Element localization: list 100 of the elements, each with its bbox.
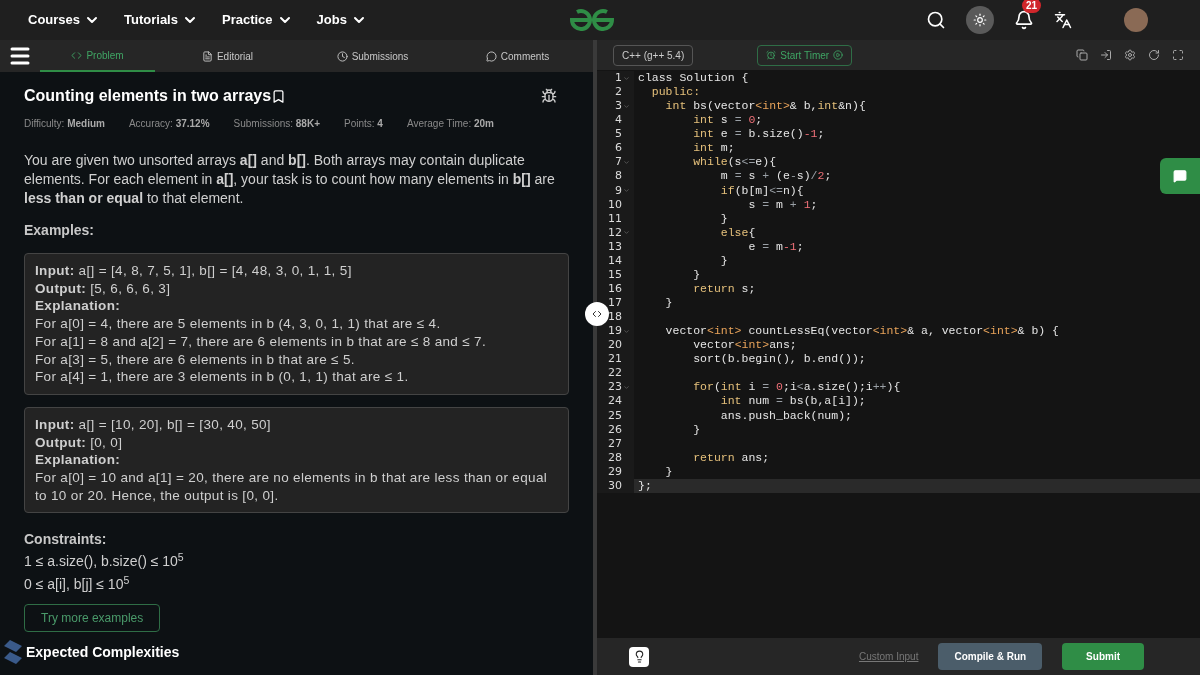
- code-line: int m;: [692, 141, 735, 156]
- line-number: 17: [608, 296, 622, 311]
- line-number: 16: [608, 281, 622, 296]
- code-line: }: [719, 253, 728, 268]
- bug-report-icon[interactable]: [541, 88, 557, 104]
- constraint: 0 ≤ a[i], b[j] ≤ 10$^{5}$: [24, 573, 131, 595]
- line-number: 27: [608, 436, 622, 451]
- hint-button[interactable]: [629, 646, 649, 667]
- problem-meta: Average Time: 20m: [406, 117, 494, 131]
- panel-resize-handle[interactable]: [585, 302, 609, 326]
- line-number: 7: [615, 155, 622, 170]
- line-number: 18: [608, 310, 622, 325]
- code-line: for(int i = 0;i<a.size();i++){: [692, 380, 901, 395]
- start-timer-button[interactable]: Start Timer: [757, 44, 853, 66]
- code-line: ans.push_back(num);: [719, 408, 852, 423]
- nav-link[interactable]: Jobs: [316, 10, 367, 30]
- problem-title: Counting elements in two arrays: [24, 86, 272, 106]
- language-select[interactable]: C++ (g++ 5.4): [613, 44, 694, 66]
- line-number: 19: [608, 324, 622, 339]
- problem-meta: Points: 4: [344, 117, 383, 131]
- sun-icon: [973, 13, 987, 27]
- code-line: m = s + (e-s)/2;: [719, 169, 832, 184]
- line-number: 5: [615, 127, 622, 142]
- settings-icon[interactable]: [1124, 49, 1136, 61]
- code-line: sort(b.begin(), b.end());: [692, 352, 866, 367]
- example-line: Explanation:: [35, 297, 122, 316]
- avatar[interactable]: [1124, 8, 1148, 32]
- problem-description: You are given two unsorted arrays a[] and b[]. Both arrays may contain duplicate elements. For each element in a[], your task is to count how many elements in b[] are less than or equal to that element.: [24, 151, 556, 208]
- line-number: 1: [615, 71, 622, 86]
- copy-icon[interactable]: [1076, 49, 1088, 61]
- line-number: 24: [608, 394, 622, 409]
- compile-run-button[interactable]: Compile & Run: [938, 643, 1043, 670]
- line-number: 28: [608, 450, 622, 465]
- line-number: 4: [615, 113, 622, 128]
- example-line: Input: a[] = [10, 20], b[] = [30, 40, 50]: [35, 415, 272, 434]
- code-line: int num = bs(b,a[i]);: [719, 394, 866, 409]
- line-number: 3: [615, 99, 622, 114]
- code-line: class Solution {: [637, 71, 749, 86]
- code-line: vector<int>ans;: [692, 338, 797, 353]
- code-line: vector<int> countLessEq(vector<int>& a, vector<int>& b) {: [664, 324, 1060, 339]
- line-number: 13: [608, 239, 622, 254]
- line-number: 14: [608, 253, 622, 268]
- example-line: For a[0] = 10 and a[1] = 20, there are no elements in b that are less than or equal to 10 or 20. Hence, the output is [0, 0].: [35, 469, 549, 505]
- submit-button[interactable]: Submit: [1062, 643, 1144, 670]
- problem-meta: Submissions: 88K+: [233, 117, 320, 131]
- line-number: 11: [608, 211, 622, 226]
- example-line: For a[3] = 5, there are 6 elements in b that are ≤ 5.: [35, 350, 356, 369]
- code-line: return ans;: [692, 450, 770, 465]
- line-number: 9: [615, 183, 622, 198]
- example-line: For a[0] = 4, there are 5 elements in b (4, 3, 0, 1, 1) that are ≤ 4.: [35, 315, 442, 333]
- line-number: 2: [615, 85, 622, 100]
- reset-icon[interactable]: [1148, 49, 1160, 61]
- constraint: 1 ≤ a.size(), b.size() ≤ 10$^{5}$: [24, 550, 185, 572]
- line-number: 22: [608, 366, 622, 381]
- alarm-clock-icon: [766, 50, 777, 60]
- logo-icon[interactable]: [568, 8, 616, 32]
- tab[interactable]: Submissions: [300, 40, 445, 72]
- line-number: 29: [608, 464, 622, 479]
- tab-icon: [336, 50, 348, 62]
- line-number: 10: [608, 197, 622, 212]
- tab-icon: [201, 50, 213, 62]
- code-line: }: [664, 296, 673, 311]
- code-line: }: [719, 211, 728, 226]
- code-line: }: [692, 422, 701, 437]
- code-line: e = m-1;: [747, 239, 804, 254]
- notification-count: 21: [1022, 0, 1042, 13]
- bookmark-icon[interactable]: [271, 88, 287, 104]
- tab[interactable]: Comments: [445, 40, 590, 72]
- import-icon[interactable]: [1100, 49, 1112, 61]
- tab[interactable]: Editorial: [155, 40, 300, 72]
- stack-icon: [4, 640, 22, 665]
- theme-toggle[interactable]: [966, 6, 994, 34]
- nav-link[interactable]: Courses: [28, 10, 101, 30]
- examples-heading: Examples:: [24, 221, 96, 240]
- tab-icon: [71, 49, 83, 61]
- chat-icon: [1173, 169, 1187, 183]
- code-line: s = m + 1;: [747, 197, 818, 212]
- chat-float-button[interactable]: [1160, 158, 1200, 194]
- line-number: 8: [615, 169, 622, 184]
- tab-icon: [485, 50, 497, 62]
- translate-icon[interactable]: [1054, 11, 1072, 29]
- line-number: 20: [608, 338, 622, 353]
- code-line: }: [664, 464, 673, 479]
- search-icon[interactable]: [926, 10, 946, 30]
- code-line: int bs(vector<int>& b,int&n){: [664, 99, 866, 114]
- nav-link[interactable]: Practice: [221, 10, 293, 30]
- code-line: int e = b.size()-1;: [692, 127, 825, 142]
- tab[interactable]: Problem: [40, 40, 155, 72]
- notification-bell-icon[interactable]: [1014, 10, 1034, 30]
- nav-link[interactable]: Tutorials: [124, 10, 198, 30]
- line-number: 21: [608, 352, 622, 367]
- try-more-examples-button[interactable]: Try more examples: [24, 604, 161, 633]
- problem-meta: Difficulty: Medium: [24, 117, 105, 131]
- example-line: For a[4] = 1, there are 3 elements in b (0, 1, 1) that are ≤ 1.: [35, 368, 410, 386]
- code-line: public:: [650, 85, 701, 100]
- code-line: }: [692, 267, 701, 282]
- example-line: Output: [5, 6, 6, 6, 3]: [35, 279, 172, 298]
- code-line: else{: [719, 225, 756, 240]
- fullscreen-icon[interactable]: [1172, 49, 1184, 61]
- line-number: 30: [608, 478, 622, 493]
